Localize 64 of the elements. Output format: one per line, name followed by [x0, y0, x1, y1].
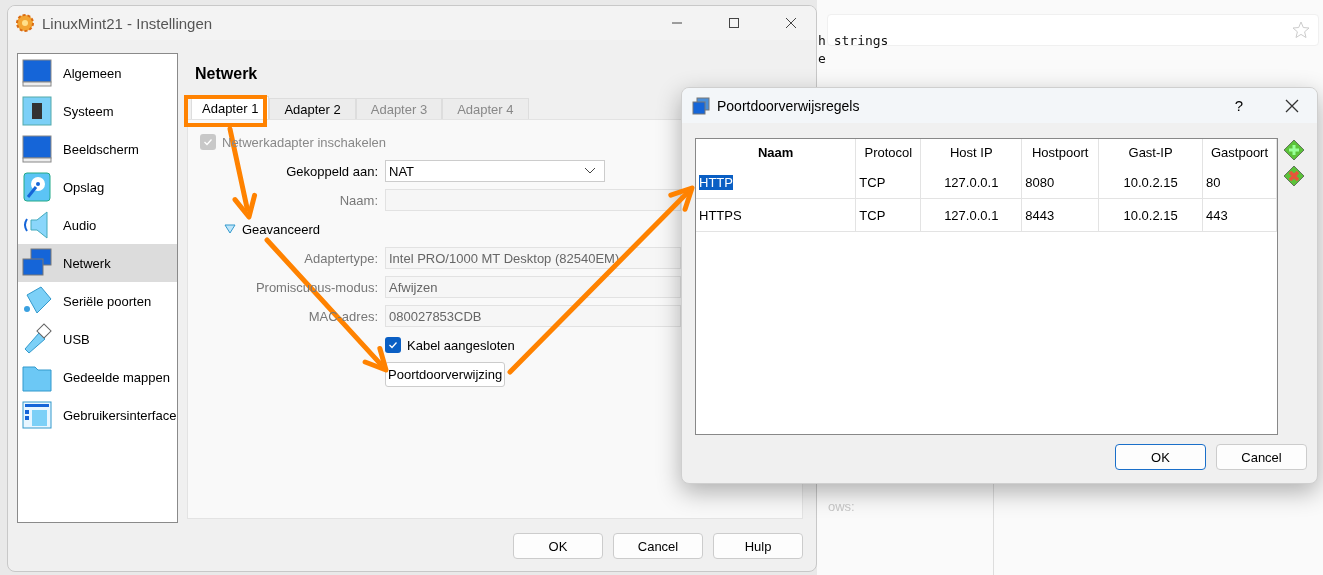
background-text: h strings — [818, 33, 889, 48]
column-header[interactable]: Gastpoort — [1210, 145, 1269, 160]
sidebar-item[interactable]: Opslag — [18, 168, 177, 206]
window-title: LinuxMint21 - Instellingen — [42, 14, 214, 32]
port-forwarding-button[interactable]: Poortdoorverwijzing — [385, 362, 506, 387]
table-cell[interactable]: TCP — [859, 207, 886, 223]
window-layout-icon — [21, 399, 53, 431]
sidebar-item[interactable]: Systeem — [18, 92, 177, 130]
star-icon[interactable] — [1292, 21, 1310, 39]
sidebar-item[interactable]: Beeldscherm — [18, 130, 177, 168]
checkbox-label: Kabel aangesloten — [407, 337, 515, 353]
sidebar-item[interactable]: Gedeelde mappen — [18, 358, 177, 396]
gear-icon — [15, 13, 35, 33]
table-cell[interactable]: 443 — [1206, 207, 1228, 223]
column-header[interactable]: Gast-IP — [1128, 145, 1173, 160]
column-header[interactable]: Naam — [757, 145, 794, 160]
checkbox[interactable] — [385, 337, 401, 353]
section-title: Netwerk — [194, 64, 259, 84]
network-icon — [21, 247, 53, 279]
sidebar-item[interactable]: USB — [18, 320, 177, 358]
windows-icon — [691, 95, 711, 116]
dialog-button[interactable]: Cancel — [1216, 444, 1307, 470]
add-rule-icon[interactable] — [1283, 138, 1305, 162]
checkmark-icon — [202, 136, 214, 148]
remove-rule-icon[interactable] — [1283, 164, 1305, 188]
dialog-title: Poortdoorverwijsregels — [717, 97, 861, 114]
dialog-button[interactable]: Hulp — [713, 533, 803, 559]
tab[interactable]: Adapter 2 — [269, 98, 356, 119]
chevron-down-icon — [584, 167, 596, 175]
dialog-button[interactable]: OK — [513, 533, 603, 559]
table-cell[interactable]: 80 — [1206, 174, 1221, 190]
sidebar-item[interactable]: Seriële poorten — [18, 282, 177, 320]
table-cell[interactable]: 127.0.0.1 — [944, 207, 999, 223]
field-label: Adaptertype: — [303, 250, 378, 266]
table-cell[interactable]: HTTPS — [699, 207, 742, 223]
sidebar-item[interactable]: Netwerk — [18, 244, 177, 282]
sidebar-item[interactable]: Algemeen — [18, 54, 177, 92]
monitor-icon — [21, 133, 53, 165]
field-label: Naam: — [338, 192, 378, 208]
close-icon[interactable] — [1284, 97, 1300, 114]
dialog-button[interactable]: Cancel — [613, 533, 703, 559]
table-cell[interactable]: 10.0.2.15 — [1123, 174, 1178, 190]
dropdown[interactable]: NAT — [385, 160, 605, 182]
chip-icon — [21, 95, 53, 127]
table-cell[interactable]: 8080 — [1025, 174, 1055, 190]
expander-triangle-icon[interactable] — [224, 224, 236, 234]
background-text: e — [818, 51, 826, 66]
sidebar-item[interactable]: Audio — [18, 206, 177, 244]
table-cell[interactable]: 127.0.0.1 — [944, 174, 999, 190]
text-field[interactable] — [385, 189, 681, 211]
field-label: Gekoppeld aan: — [285, 163, 378, 179]
dialog-button[interactable]: OK — [1115, 444, 1206, 470]
column-header[interactable]: Host IP — [949, 145, 993, 160]
table-cell[interactable]: TCP — [859, 174, 886, 190]
monitor-icon — [21, 57, 53, 89]
table-cell[interactable]: HTTP — [699, 174, 733, 190]
sidebar-item[interactable]: Gebruikersinterface — [18, 396, 177, 434]
table-cell[interactable]: 8443 — [1025, 207, 1055, 223]
column-header[interactable]: Hostpoort — [1031, 145, 1089, 160]
table-cell[interactable]: 10.0.2.15 — [1123, 207, 1178, 223]
help-button[interactable]: ? — [1217, 97, 1261, 114]
checkmark-icon — [387, 339, 399, 351]
column-header[interactable]: Protocol — [864, 145, 913, 160]
expander-label[interactable]: Geavanceerd — [242, 221, 321, 237]
